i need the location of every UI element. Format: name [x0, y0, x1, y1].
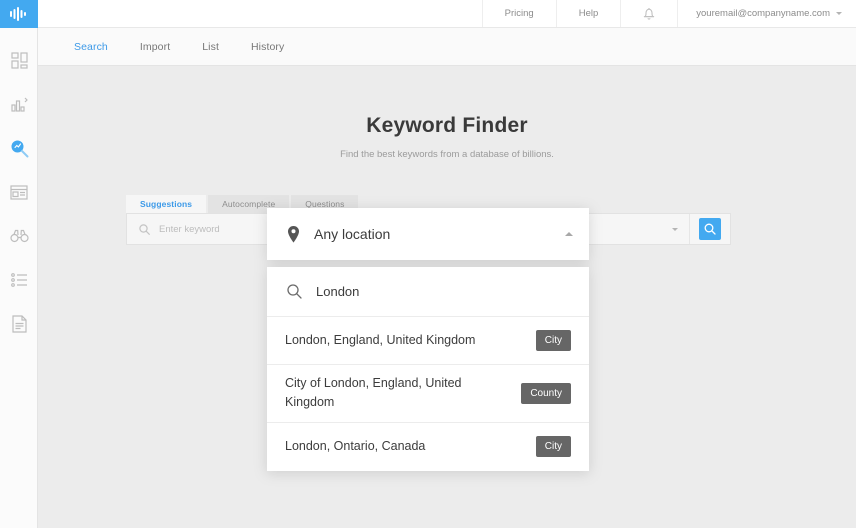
- location-result-row[interactable]: London, Ontario, Canada City: [267, 423, 589, 471]
- search-icon: [287, 284, 302, 299]
- tab-list-label: List: [202, 40, 219, 53]
- location-result-row[interactable]: London, England, United Kingdom City: [267, 317, 589, 365]
- location-search-field[interactable]: London: [267, 267, 589, 317]
- location-dropdown-toggle[interactable]: Any location: [267, 208, 589, 260]
- top-link-pricing[interactable]: Pricing: [481, 0, 556, 27]
- tab-import-label: Import: [139, 40, 171, 53]
- tab-history-label: History: [250, 40, 285, 53]
- location-selected-label: Any location: [314, 226, 391, 242]
- browser-window-icon: [10, 184, 28, 200]
- tab-import[interactable]: Import: [124, 41, 186, 53]
- sidebar-item-keyword-finder[interactable]: [0, 126, 38, 170]
- location-result-name: London, Ontario, Canada: [285, 439, 426, 454]
- tab-search-label: Search: [74, 40, 108, 53]
- location-result-badge: City: [535, 330, 571, 351]
- sidebar-item-dashboard[interactable]: [0, 38, 38, 82]
- location-result-badge: County: [521, 382, 571, 404]
- binoculars-icon: [9, 229, 29, 243]
- search-tab-suggestions[interactable]: Suggestions: [126, 195, 207, 213]
- help-label: Help: [578, 8, 599, 19]
- tab-history[interactable]: History: [235, 41, 300, 53]
- sidebar-item-lists[interactable]: [0, 258, 38, 302]
- page-subtitle: Find the best keywords from a database o…: [340, 149, 554, 160]
- location-result-name: London, England, United Kingdom: [285, 332, 476, 347]
- document-page-icon: [11, 315, 27, 333]
- pricing-label: Pricing: [504, 8, 534, 19]
- caret-down-icon: [836, 12, 842, 15]
- user-email-label: youremail@companyname.com: [696, 8, 830, 19]
- map-pin-icon: [287, 225, 300, 243]
- search-icon: [139, 223, 150, 235]
- notification-bell-icon: [643, 8, 655, 20]
- search-tab-suggestions-label: Suggestions: [140, 199, 193, 209]
- search-submit-wrap: [690, 214, 730, 244]
- chevron-down-icon: [672, 227, 678, 231]
- sidebar-item-competitors[interactable]: [0, 214, 38, 258]
- tab-search[interactable]: Search: [58, 41, 124, 53]
- keyword-input-placeholder: Enter keyword: [159, 223, 220, 235]
- app-logo[interactable]: [0, 0, 38, 28]
- bar-chart-icon: [10, 97, 28, 112]
- sidebar-item-site-explorer[interactable]: [0, 170, 38, 214]
- location-dropdown-body: London London, England, United Kingdom C…: [267, 267, 589, 471]
- sidebar-item-analytics[interactable]: [0, 82, 38, 126]
- list-bullets-icon: [10, 273, 27, 287]
- location-search-value: London: [316, 284, 360, 299]
- dashboard-grid-icon: [10, 51, 28, 69]
- tab-list[interactable]: List: [186, 41, 235, 53]
- location-result-name: City of London, England, United Kingdom: [285, 376, 462, 410]
- chevron-up-icon: [565, 232, 573, 236]
- location-result-row[interactable]: City of London, England, United Kingdom …: [267, 365, 589, 423]
- page-title: Keyword Finder: [366, 114, 528, 137]
- magnifier-search-icon: [11, 140, 28, 157]
- notifications-button[interactable]: [620, 0, 677, 27]
- secondary-nav: Search Import List History: [38, 28, 856, 66]
- app-window: Pricing Help youremail@companyname.com S…: [0, 0, 856, 528]
- left-sidebar: [0, 0, 38, 528]
- top-link-help[interactable]: Help: [555, 0, 621, 27]
- location-result-badge: City: [535, 436, 571, 458]
- search-icon: [704, 223, 716, 235]
- location-dropdown: Any location London London, England, Uni…: [267, 208, 589, 471]
- top-bar: Pricing Help youremail@companyname.com: [38, 0, 856, 28]
- search-submit-button[interactable]: [699, 218, 721, 240]
- sidebar-nav: [0, 28, 37, 346]
- user-menu[interactable]: youremail@companyname.com: [677, 0, 856, 27]
- sidebar-item-reports[interactable]: [0, 302, 38, 346]
- equalizer-logo-icon: [10, 7, 26, 21]
